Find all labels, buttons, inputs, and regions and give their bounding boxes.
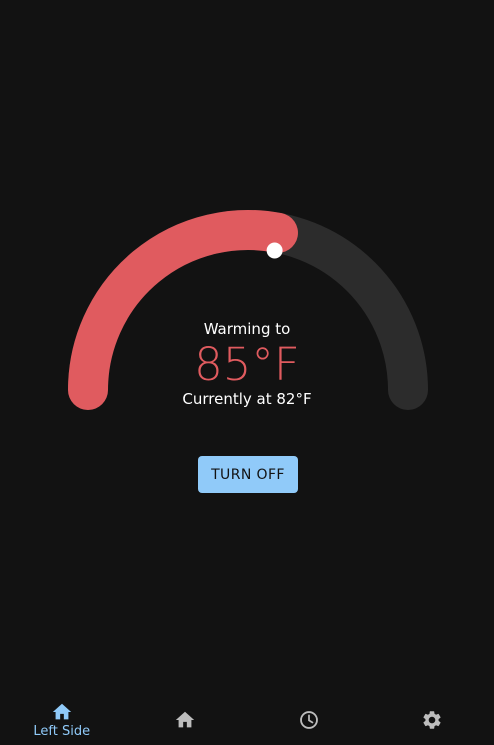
home-icon <box>52 703 71 719</box>
turn-off-button[interactable]: TURN OFF <box>198 456 298 493</box>
current-temperature: Currently at 82°F <box>182 390 312 408</box>
thermostat-screen: Warming to 85°F Currently at 82°F TURN O… <box>0 0 494 745</box>
target-temperature: 85°F <box>194 338 300 391</box>
home-icon <box>176 711 195 728</box>
status-label: Warming to <box>203 320 291 338</box>
bottom-navigation: Left Side <box>0 695 494 745</box>
nav-item-home[interactable] <box>124 695 248 745</box>
nav-item-left-side[interactable]: Left Side <box>0 695 124 745</box>
nav-label-left-side: Left Side <box>33 723 91 739</box>
nav-item-settings[interactable] <box>371 695 494 745</box>
gear-icon <box>423 711 441 729</box>
dial-handle[interactable] <box>266 242 283 259</box>
clock-icon <box>299 711 318 729</box>
nav-item-schedule[interactable] <box>247 695 371 745</box>
